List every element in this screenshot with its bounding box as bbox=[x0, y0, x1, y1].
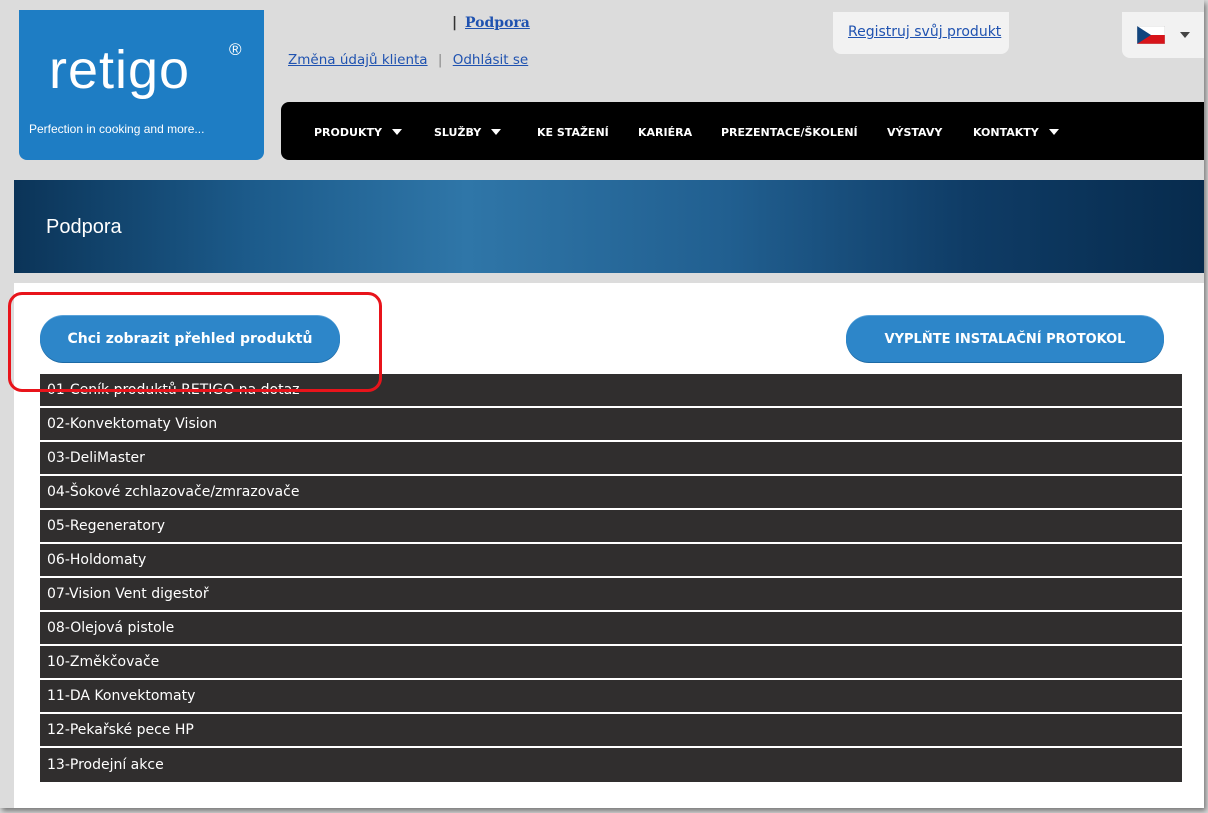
chevron-down-icon bbox=[491, 129, 502, 135]
page-frame: retigo ® Perfection in cooking and more.… bbox=[0, 0, 1204, 808]
list-item[interactable]: 01-Ceník produktů RETIGO na dotaz bbox=[40, 374, 1182, 408]
breadcrumb-current[interactable]: Podpora bbox=[465, 15, 530, 31]
page-banner: Podpora bbox=[14, 180, 1204, 273]
products-overview-button[interactable]: Chci zobrazit přehled produktů bbox=[40, 315, 340, 362]
nav-item-prezentace[interactable]: PREZENTACE/ŠKOLENÍ bbox=[721, 126, 858, 139]
chevron-down-icon bbox=[1180, 32, 1190, 38]
logo-tagline: Perfection in cooking and more... bbox=[29, 122, 205, 136]
nav-item-ke-stazeni[interactable]: KE STAŽENÍ bbox=[537, 126, 609, 139]
product-category-list: 01-Ceník produktů RETIGO na dotaz 02-Kon… bbox=[40, 374, 1182, 782]
logo-word: retigo bbox=[49, 40, 191, 100]
chevron-down-icon bbox=[391, 129, 402, 135]
language-selector[interactable] bbox=[1122, 12, 1204, 58]
list-item[interactable]: 08-Olejová pistole bbox=[40, 612, 1182, 646]
install-protocol-button[interactable]: VYPLŇTE INSTALAČNÍ PROTOKOL bbox=[846, 315, 1164, 362]
nav-item-produkty[interactable]: PRODUKTY bbox=[314, 126, 402, 139]
retigo-logo[interactable]: retigo ® Perfection in cooking and more.… bbox=[19, 10, 264, 160]
list-item[interactable]: 10-Změkčovače bbox=[40, 646, 1182, 680]
page-title: Podpora bbox=[46, 216, 122, 238]
account-links: Změna údajů klienta | Odhlásit se bbox=[288, 52, 528, 68]
list-item[interactable]: 05-Regeneratory bbox=[40, 510, 1182, 544]
list-item[interactable]: 04-Šokové zchlazovače/zmrazovače bbox=[40, 476, 1182, 510]
chevron-down-icon bbox=[1048, 129, 1059, 135]
breadcrumb-separator: | bbox=[452, 15, 458, 31]
logout-link[interactable]: Odhlásit se bbox=[453, 52, 528, 68]
account-separator: | bbox=[437, 52, 443, 68]
logo-registered-mark: ® bbox=[229, 40, 242, 59]
list-item[interactable]: 02-Konvektomaty Vision bbox=[40, 408, 1182, 442]
main-nav: PRODUKTY SLUŽBY KE STAŽENÍ KARIÉRA PREZE… bbox=[281, 102, 1204, 160]
czech-flag-icon bbox=[1137, 26, 1165, 44]
nav-item-kontakty[interactable]: KONTAKTY bbox=[973, 126, 1059, 139]
change-details-link[interactable]: Změna údajů klienta bbox=[288, 52, 428, 68]
nav-item-kariera[interactable]: KARIÉRA bbox=[638, 126, 692, 139]
register-product-box: Registruj svůj produkt bbox=[833, 12, 1009, 54]
register-product-link[interactable]: Registruj svůj produkt bbox=[848, 24, 1001, 40]
list-item[interactable]: 12-Pekařské pece HP bbox=[40, 714, 1182, 748]
list-item[interactable]: 07-Vision Vent digestoř bbox=[40, 578, 1182, 612]
list-item[interactable]: 03-DeliMaster bbox=[40, 442, 1182, 476]
list-item[interactable]: 11-DA Konvektomaty bbox=[40, 680, 1182, 714]
list-item[interactable]: 06-Holdomaty bbox=[40, 544, 1182, 578]
nav-item-vystavy[interactable]: VÝSTAVY bbox=[887, 126, 942, 139]
nav-item-sluzby[interactable]: SLUŽBY bbox=[434, 126, 502, 139]
list-item[interactable]: 13-Prodejní akce bbox=[40, 748, 1182, 782]
